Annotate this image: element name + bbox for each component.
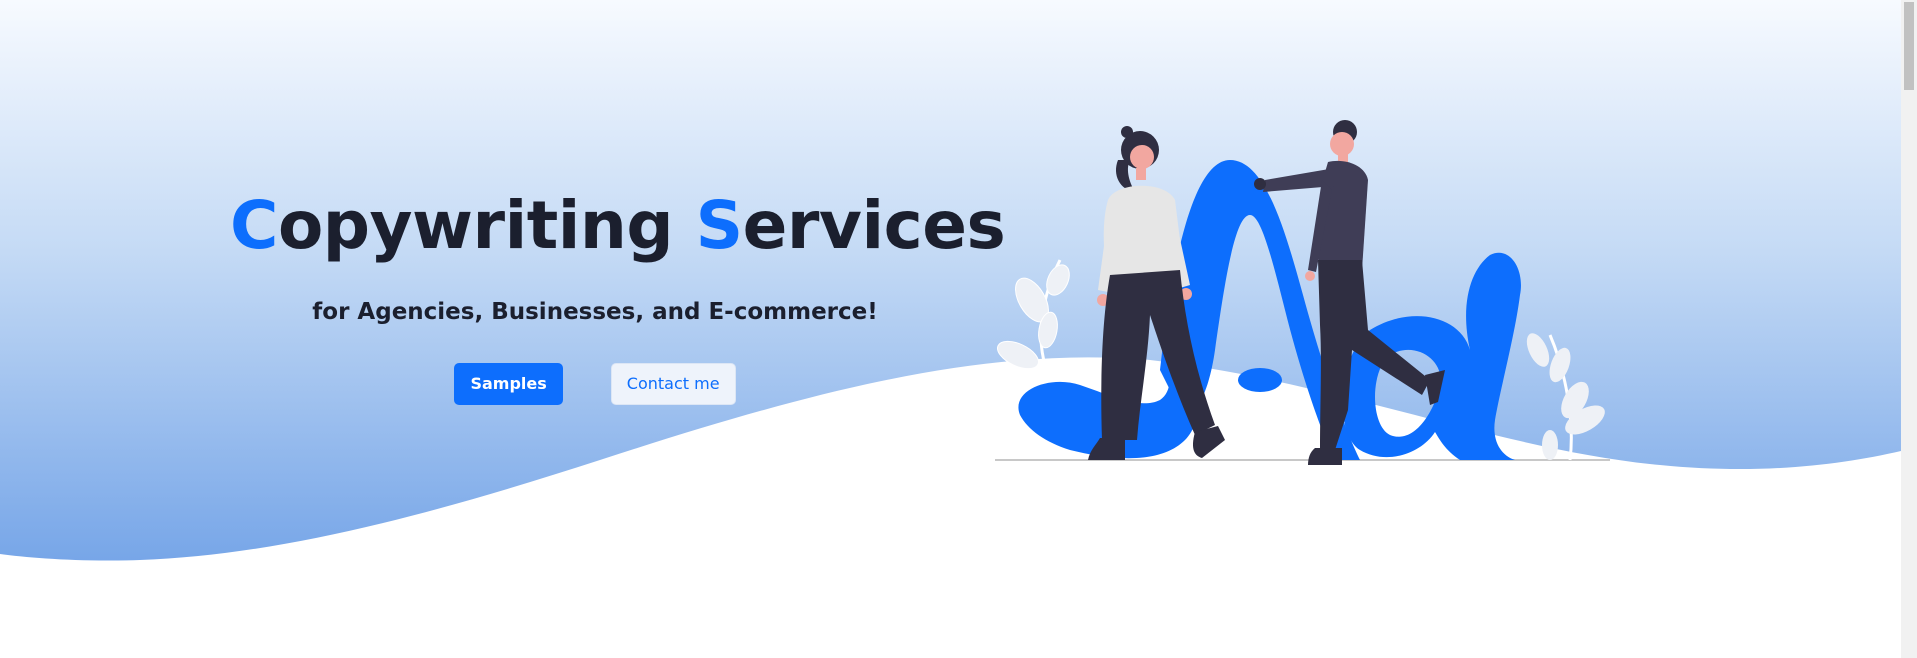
people-with-letter-illustration-icon	[995, 120, 1610, 465]
hero-buttons: Samples Contact me	[230, 362, 960, 405]
page-scrollbar[interactable]	[1901, 0, 1917, 658]
hero-content: Copywriting Services for Agencies, Busin…	[230, 187, 1006, 405]
title-accent-s: S	[695, 187, 744, 264]
page-title: Copywriting Services	[230, 187, 1006, 264]
hero-subtitle: for Agencies, Businesses, and E-commerce…	[312, 298, 878, 325]
title-accent-c: C	[230, 187, 278, 264]
scrollbar-thumb[interactable]	[1904, 2, 1914, 90]
samples-button[interactable]: Samples	[454, 362, 563, 405]
title-text-services: ervices	[742, 187, 1006, 264]
landing-page: Copywriting Services for Agencies, Busin…	[0, 0, 1917, 658]
contact-me-button[interactable]: Contact me	[610, 362, 736, 405]
title-text-copywriting: opywriting	[277, 187, 696, 264]
